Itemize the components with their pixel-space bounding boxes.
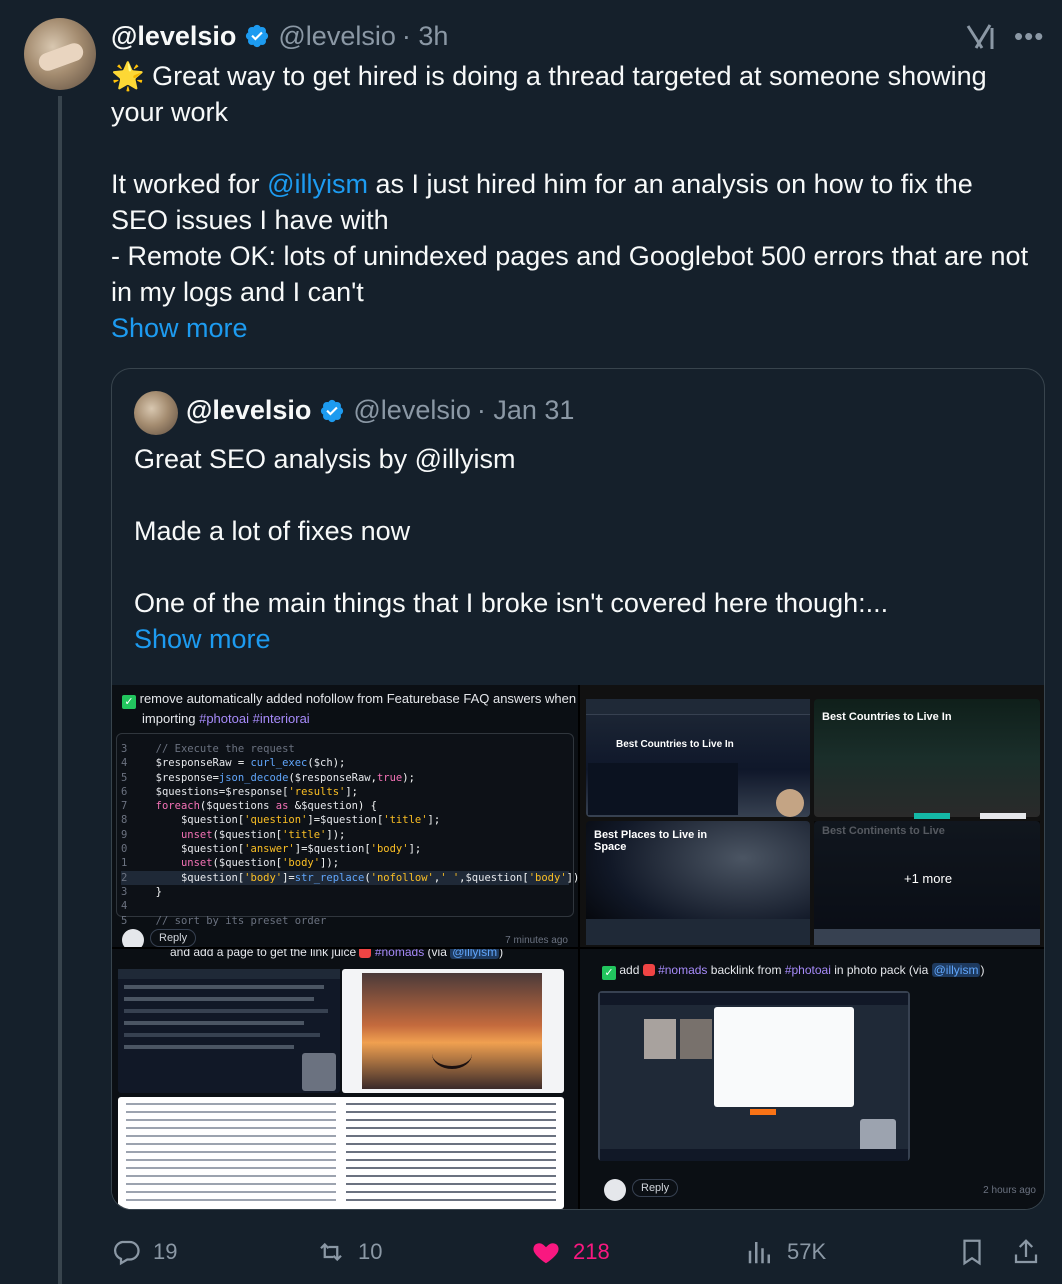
nomads-caption: and add a page to get the link juice #no… bbox=[170, 949, 503, 959]
via-label: (via bbox=[427, 949, 447, 959]
heart-icon bbox=[533, 1243, 559, 1264]
timestamp-label: 7 minutes ago bbox=[505, 935, 568, 946]
quoted-line-1: Great SEO analysis by @illyism bbox=[134, 444, 516, 474]
media-grid: ✓ remove automatically added nofollow fr… bbox=[112, 685, 1044, 1209]
reply-icon bbox=[114, 1240, 140, 1266]
reply-button: Reply bbox=[632, 1179, 679, 1197]
tag-photoai: #photoai bbox=[199, 711, 249, 726]
photo-pack-caption: ✓ add #nomads backlink from #photoai in … bbox=[602, 963, 984, 980]
quoted-author-handle[interactable]: @levelsio bbox=[353, 395, 470, 426]
code-comment: // Execute the request bbox=[155, 743, 295, 755]
views-action[interactable]: 57K bbox=[745, 1230, 826, 1274]
tweet-line-1: 🌟 Great way to get hired is doing a thre… bbox=[111, 61, 987, 127]
code-comment-sort: // sort by its preset order bbox=[155, 914, 327, 927]
nomads-logo-icon bbox=[642, 964, 655, 976]
countries-title-small: Best Countries to Live In bbox=[616, 739, 734, 750]
media-photo-pack[interactable]: ✓ add #nomads backlink from #photoai in … bbox=[580, 949, 1044, 1209]
illyism-tag: @illyism bbox=[931, 963, 981, 977]
tweet-actions: 19 10 218 57K bbox=[111, 1230, 1045, 1274]
tweet-line-2: It worked for @illyism as I just hired h… bbox=[111, 166, 1031, 238]
author-handle[interactable]: @levelsio bbox=[278, 21, 395, 52]
like-count: 218 bbox=[573, 1239, 610, 1264]
media-code-screenshot[interactable]: ✓ remove automatically added nofollow fr… bbox=[112, 685, 578, 947]
timestamp-label: 2 hours ago bbox=[983, 1185, 1036, 1196]
tweet-line-3: - Remote OK: lots of unindexed pages and… bbox=[111, 241, 1029, 307]
screenshot-thumb-1: Best Countries to Live In bbox=[586, 699, 810, 817]
article-screenshot bbox=[118, 1097, 564, 1209]
tag-interiorai: #interiorai bbox=[252, 711, 310, 726]
checkbox-checked-icon: ✓ bbox=[122, 695, 136, 709]
backlink-label: backlink from bbox=[710, 963, 782, 977]
quoted-author-avatar[interactable] bbox=[134, 391, 178, 435]
nomads-caption-text: and add a page to get the link juice bbox=[170, 949, 357, 959]
quoted-tweet[interactable]: @levelsio @levelsio · Jan 31 Great SEO a… bbox=[111, 368, 1045, 1210]
media-nomads-collage[interactable]: and add a page to get the link juice #no… bbox=[112, 949, 578, 1209]
reply-button: Reply bbox=[150, 929, 197, 947]
author-name[interactable]: @levelsio bbox=[111, 21, 236, 52]
like-heart-icon bbox=[122, 929, 144, 947]
screenshot-thumb-4: Best Continents to Live +1 more bbox=[814, 821, 1040, 945]
like-action[interactable]: 218 bbox=[531, 1230, 610, 1274]
screenshot-thumb-2: Best Countries to Live In bbox=[814, 699, 1040, 819]
places-title: Best Places to Live in Space bbox=[594, 829, 708, 853]
task-item: ✓ remove automatically added nofollow fr… bbox=[122, 689, 576, 729]
checkbox-checked-icon: ✓ bbox=[602, 966, 616, 980]
task-text-2: importing bbox=[142, 711, 196, 726]
tag-photoai: #photoai bbox=[784, 963, 831, 977]
verified-badge-icon bbox=[321, 399, 344, 422]
bookmark-icon bbox=[963, 1239, 981, 1266]
quoted-show-more-link[interactable]: Show more bbox=[134, 621, 1014, 657]
nomads-logo-icon bbox=[359, 949, 372, 958]
tweet-header: @levelsio @levelsio · 3h bbox=[111, 18, 448, 54]
close-paren: ) bbox=[499, 949, 504, 959]
countries-title: Best Countries to Live In bbox=[822, 711, 952, 723]
tweet-line-2-prefix: It worked for bbox=[111, 169, 268, 199]
nomads-tag: #nomads bbox=[658, 963, 708, 977]
repost-count: 10 bbox=[358, 1239, 383, 1264]
share-icon bbox=[1014, 1239, 1038, 1264]
nomads-tag: #nomads bbox=[374, 949, 425, 959]
author-avatar[interactable] bbox=[24, 18, 96, 90]
share-action[interactable] bbox=[1011, 1230, 1053, 1274]
plus-more-label: +1 more bbox=[904, 871, 953, 886]
media-countries-collage[interactable]: Best Countries to Live In Best Countries… bbox=[580, 685, 1044, 947]
grok-icon[interactable] bbox=[964, 22, 996, 52]
photo-pack-label: in photo pack (via bbox=[834, 963, 929, 977]
repost-action[interactable]: 10 bbox=[316, 1230, 382, 1274]
quoted-tweet-text: Great SEO analysis by @illyism Made a lo… bbox=[134, 441, 1014, 657]
repost-icon bbox=[320, 1242, 342, 1262]
reply-action[interactable]: 19 bbox=[111, 1230, 177, 1274]
quoted-line-2: Made a lot of fixes now bbox=[134, 516, 411, 546]
quoted-author-name[interactable]: @levelsio bbox=[186, 395, 311, 426]
quoted-tweet-header: @levelsio @levelsio · Jan 31 bbox=[186, 395, 574, 426]
mention-illyism[interactable]: @illyism bbox=[267, 169, 368, 199]
view-count: 57K bbox=[787, 1239, 827, 1264]
sunset-photo bbox=[342, 969, 564, 1093]
close-paren: ) bbox=[980, 963, 985, 977]
quoted-line-3: One of the main things that I broke isn'… bbox=[134, 588, 889, 618]
verified-badge-icon bbox=[246, 24, 269, 48]
search-console-screenshot bbox=[118, 969, 340, 1093]
tweet-timestamp[interactable]: · 3h bbox=[402, 21, 449, 52]
show-more-link[interactable]: Show more bbox=[111, 310, 1031, 346]
add-label: add bbox=[619, 963, 640, 977]
reply-count: 19 bbox=[153, 1239, 178, 1264]
thread-line bbox=[58, 96, 62, 1284]
photo-ai-screenshot bbox=[598, 991, 910, 1161]
code-editor: 3 // Execute the request 4 $responseRaw … bbox=[116, 733, 578, 927]
task-text: remove automatically added nofollow from… bbox=[139, 691, 577, 706]
views-chart-icon bbox=[748, 1242, 770, 1264]
tweet-text: 🌟 Great way to get hired is doing a thre… bbox=[111, 58, 1031, 346]
more-options-icon[interactable]: ••• bbox=[1014, 22, 1044, 52]
bookmark-action[interactable] bbox=[957, 1230, 999, 1274]
illyism-tag: @illyism bbox=[450, 949, 500, 959]
like-heart-icon bbox=[604, 1179, 626, 1201]
quoted-timestamp[interactable]: · Jan 31 bbox=[477, 395, 575, 426]
screenshot-thumb-3: Best Places to Live in Space bbox=[586, 821, 810, 945]
